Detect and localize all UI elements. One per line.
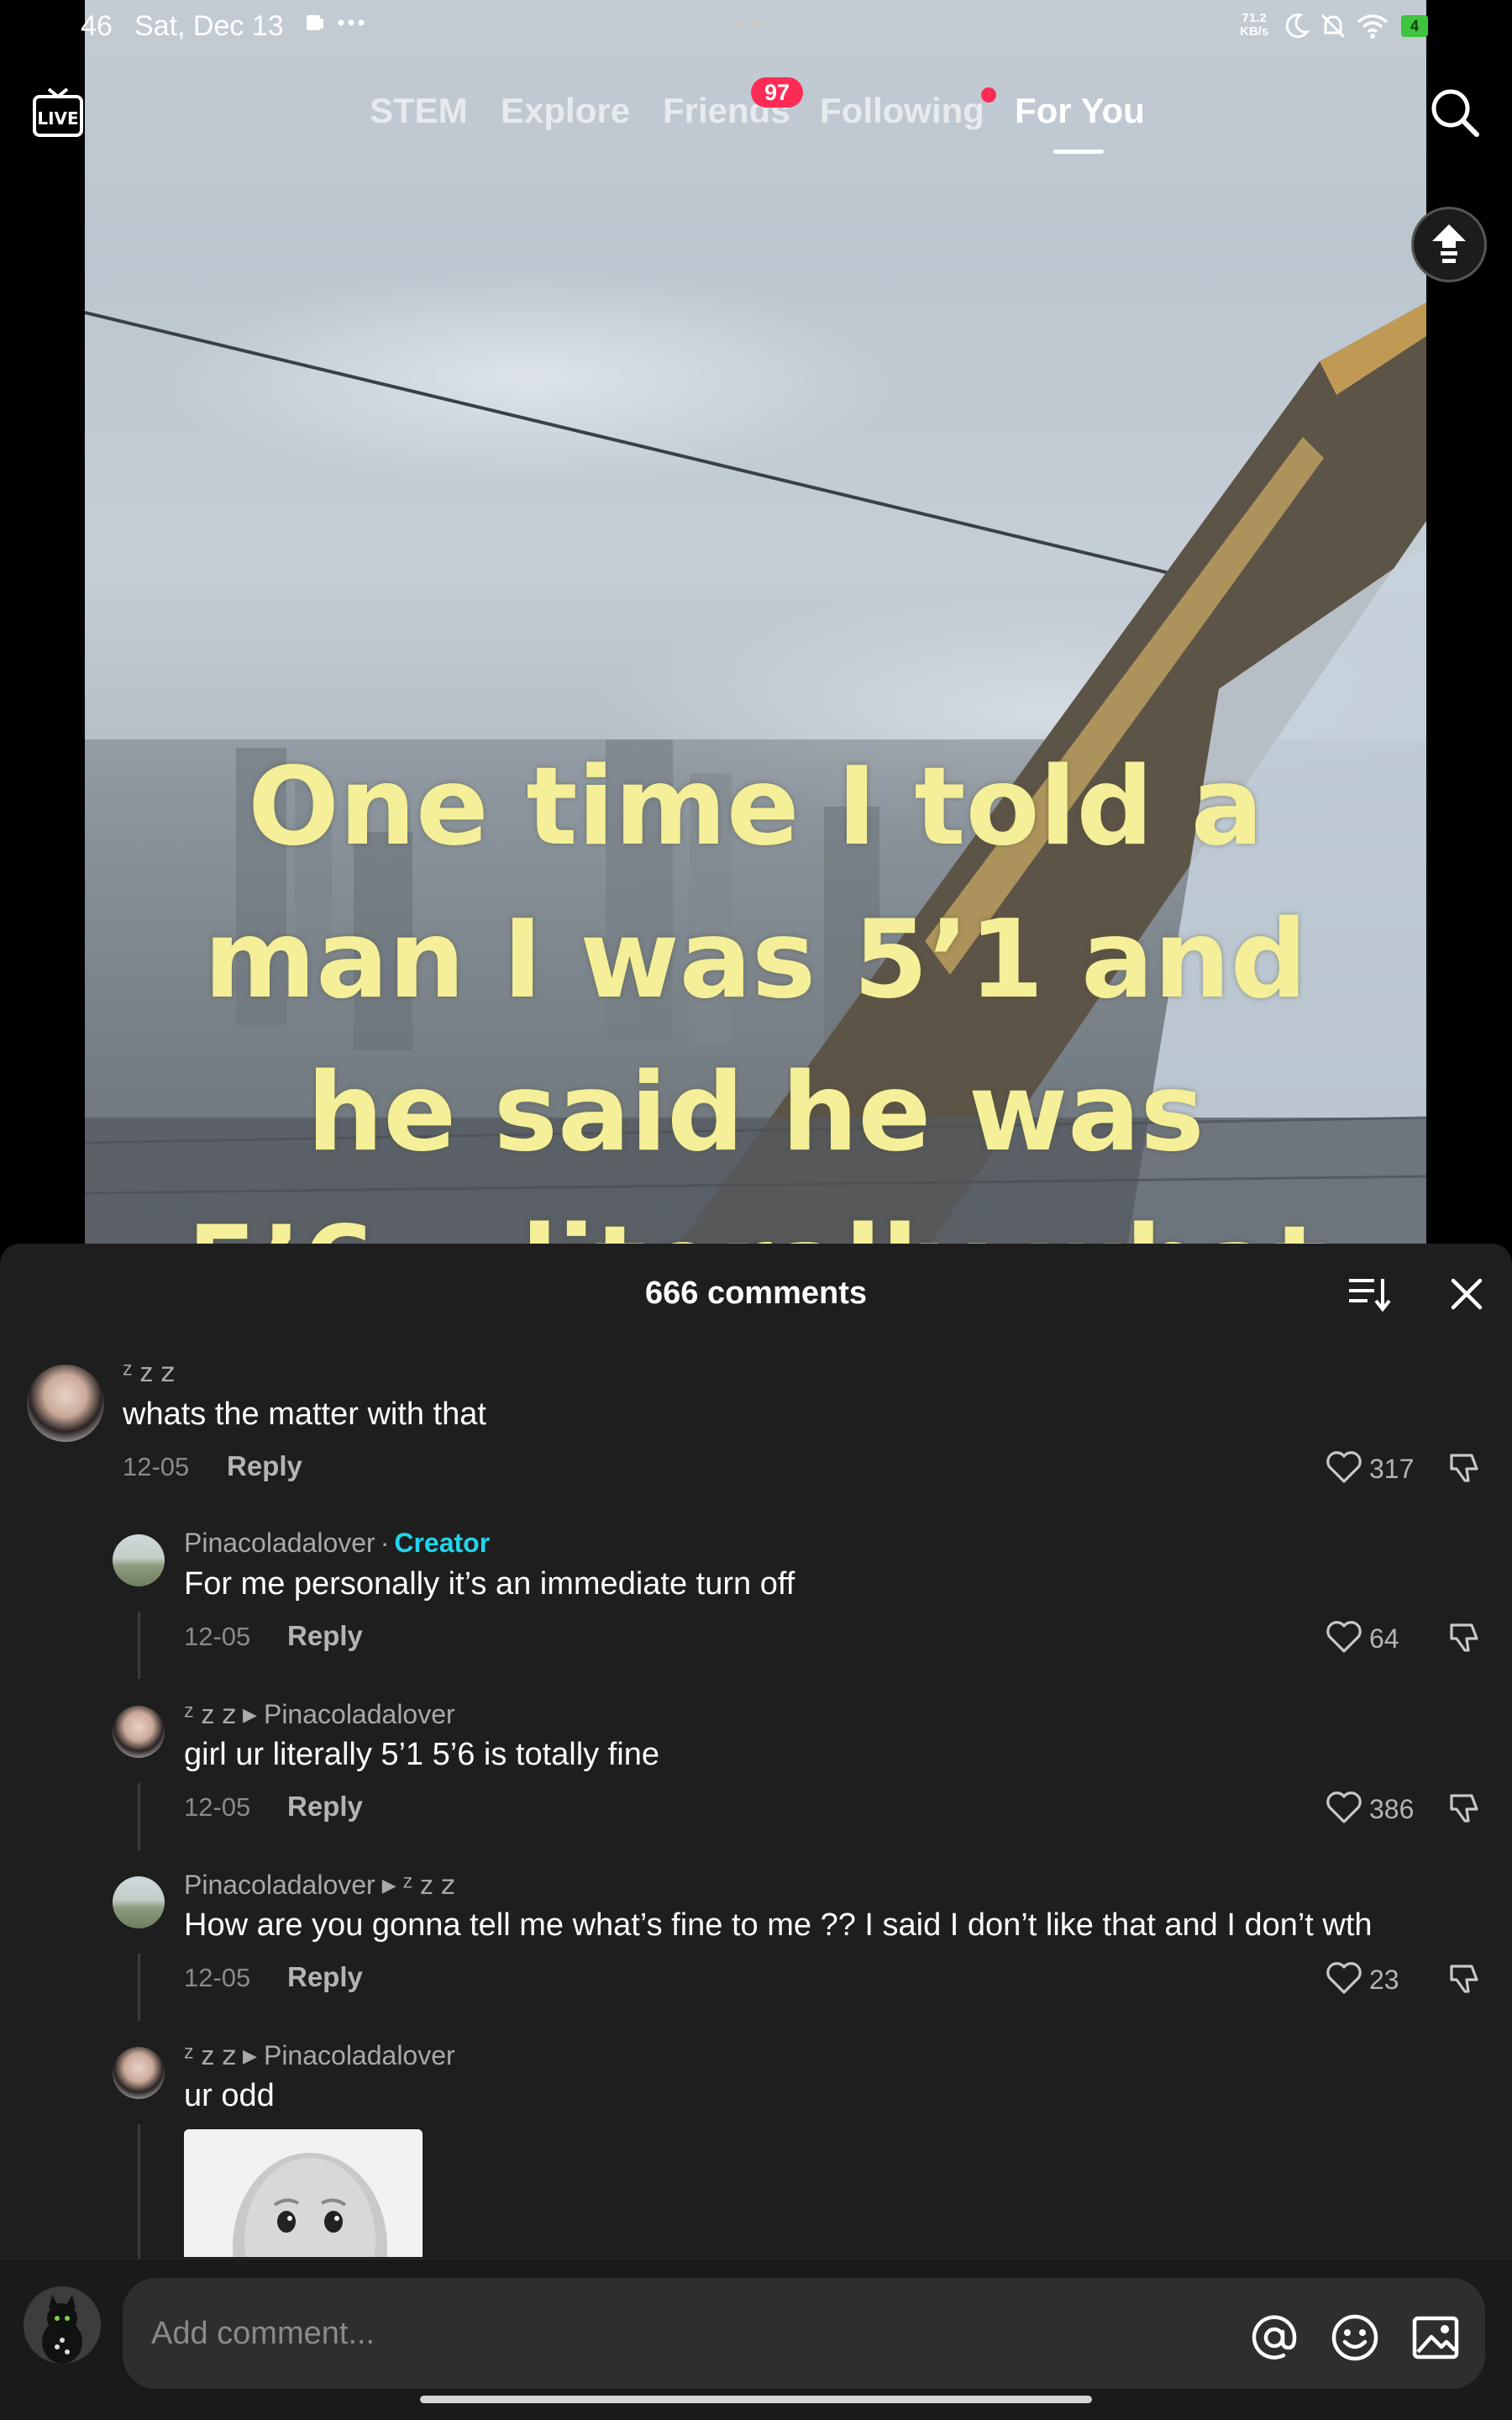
comment-username[interactable]: Pinacoladalover ▶ ᶻ z 𝗓 (184, 1869, 455, 1901)
reply-arrow-icon: ▶ (243, 1704, 257, 1725)
heart-icon[interactable] (1326, 1450, 1362, 1484)
reply-to-username: Pinacoladalover (263, 2040, 455, 2070)
dislike-icon[interactable] (1446, 1960, 1483, 1996)
sort-icon[interactable] (1347, 1276, 1391, 1313)
separator-dot: · (380, 1528, 390, 1558)
reply-to-username: Pinacoladalover (263, 1699, 455, 1729)
comment-date: 12-05 (123, 1452, 190, 1481)
comment-date: 12-05 (184, 1963, 251, 1992)
comment-text: How are you gonna tell me what’s fine to… (184, 1907, 1373, 1943)
comment-text: For me personally it’s an immediate turn… (184, 1566, 795, 1602)
status-date: Sat, Dec 13 (134, 10, 284, 42)
video-caption: One time I told a man I was 5’1 and he s… (85, 731, 1426, 1252)
battery-icon: 4 (1401, 15, 1428, 37)
my-avatar[interactable] (24, 2286, 101, 2364)
heart-icon[interactable] (1326, 1961, 1362, 1995)
reply-to-username: ᶻ z 𝗓 (402, 1870, 455, 1900)
cat-avatar-image (24, 2286, 101, 2364)
avatar[interactable] (113, 1706, 165, 1758)
dislike-icon[interactable] (1446, 1618, 1483, 1655)
like-count: 317 (1369, 1454, 1415, 1484)
search-icon[interactable] (1428, 86, 1482, 139)
comment-username-text: ᶻ z 𝗓 (184, 2040, 237, 2070)
like-count: 386 (1369, 1794, 1415, 1824)
comment-date: 12-05 (184, 1792, 251, 1822)
upload-button[interactable] (1411, 207, 1487, 282)
status-bar: 46 Sat, Dec 13 71.2 KB/s 4 (0, 0, 1512, 50)
comments-count-title: 666 comments (644, 1276, 867, 1311)
mention-icon[interactable] (1250, 2313, 1299, 2362)
emoji-icon[interactable] (1331, 2313, 1379, 2362)
thread-line (138, 1783, 140, 1850)
comment-date: 12-05 (184, 1622, 251, 1651)
thread-line (138, 2124, 140, 2259)
comment-username[interactable]: ᶻ z 𝗓 (123, 1356, 175, 1388)
caption-line: he said he was (307, 1050, 1205, 1176)
network-speed-value: 71.2 (1242, 11, 1267, 25)
comment-text: girl ur literally 5’1 5’6 is totally fin… (184, 1737, 660, 1772)
upload-arrow-icon (1432, 224, 1466, 263)
comment-username-text: ᶻ z 𝗓 (184, 1699, 237, 1729)
tab-following[interactable]: Following (820, 91, 984, 131)
following-new-dot (981, 87, 996, 103)
comment-username[interactable]: ᶻ z 𝗓 ▶ Pinacoladalover (184, 1698, 455, 1730)
moon-icon (1285, 13, 1310, 39)
tab-for-you[interactable]: For You (1015, 91, 1145, 131)
friends-notification-badge: 97 (751, 77, 803, 108)
thread-line (138, 1954, 140, 2021)
dislike-icon[interactable] (1446, 1789, 1483, 1826)
reply-button[interactable]: Reply (287, 1620, 363, 1652)
reply-arrow-icon: ▶ (243, 2045, 257, 2066)
network-speed: 71.2 KB/s (1240, 12, 1268, 39)
comment-username-text: Pinacoladalover (184, 1870, 375, 1900)
comment-username[interactable]: ᶻ z 𝗓 ▶ Pinacoladalover (184, 2039, 455, 2071)
caption-line: One time I told a (248, 744, 1263, 870)
reply-button[interactable]: Reply (287, 1961, 363, 1993)
dislike-icon[interactable] (1446, 1449, 1483, 1486)
caption-line: 5’6 …literally what (85, 1190, 1426, 1252)
thread-line (138, 1612, 140, 1679)
comment-username-text: Pinacoladalover (184, 1528, 375, 1558)
like-count: 23 (1369, 1965, 1399, 1995)
wallet-icon (307, 15, 323, 30)
home-indicator[interactable] (420, 2396, 1092, 2403)
avatar[interactable] (113, 1876, 165, 1928)
comment-text: whats the matter with that (123, 1397, 486, 1432)
avatar[interactable] (113, 2047, 165, 2099)
baby-face-sticker (184, 2129, 423, 2257)
active-tab-indicator (1053, 150, 1104, 154)
status-time: 46 (81, 10, 113, 42)
reply-arrow-icon: ▶ (381, 1875, 396, 1896)
tab-stem[interactable]: STEM (370, 91, 468, 131)
reply-button[interactable]: Reply (287, 1791, 363, 1823)
tab-explore[interactable]: Explore (501, 91, 630, 131)
avatar[interactable] (113, 1534, 165, 1586)
image-icon[interactable] (1411, 2313, 1460, 2362)
comment-username[interactable]: Pinacoladalover · Creator (184, 1528, 490, 1559)
avatar[interactable] (27, 1365, 104, 1442)
like-count: 64 (1369, 1623, 1399, 1654)
reply-button[interactable]: Reply (227, 1450, 302, 1482)
comment-sticker-image[interactable] (184, 2129, 423, 2257)
bell-muted-icon (1320, 13, 1346, 39)
battery-level: 4 (1410, 18, 1419, 34)
heart-icon[interactable] (1326, 1791, 1362, 1824)
close-icon[interactable] (1448, 1276, 1485, 1313)
comment-text: ur odd (184, 2078, 275, 2113)
more-dots-icon (338, 19, 365, 26)
caption-line: man I was 5’1 and (203, 897, 1308, 1023)
network-speed-unit: KB/s (1240, 24, 1269, 39)
multitask-dots-icon[interactable] (731, 12, 781, 37)
creator-tag: Creator (394, 1528, 491, 1558)
wifi-icon (1357, 14, 1389, 39)
heart-icon[interactable] (1326, 1620, 1362, 1654)
video-player[interactable]: One time I told a man I was 5’1 and he s… (85, 0, 1426, 1252)
